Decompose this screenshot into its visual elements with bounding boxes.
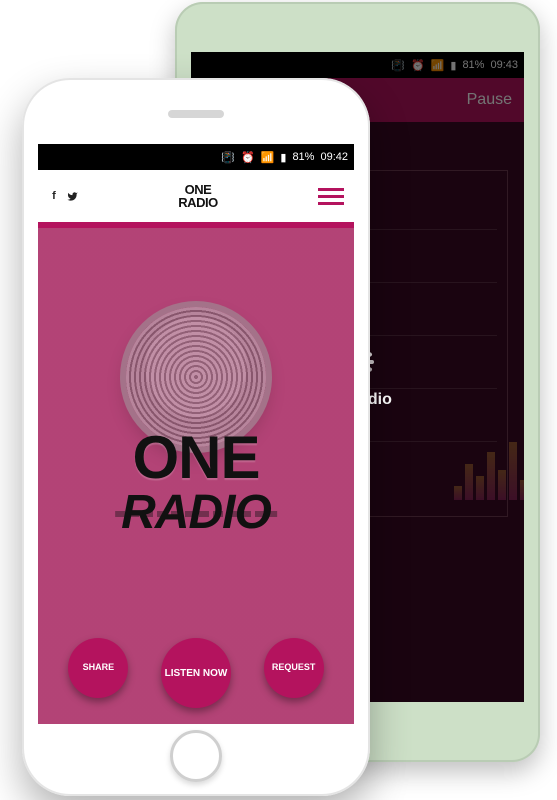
app-header-front: f ONE RADIO: [38, 170, 354, 222]
wifi-icon: 📶: [261, 151, 275, 164]
share-button[interactable]: SHARE: [68, 638, 128, 698]
battery-text: 81%: [292, 151, 314, 163]
twitter-icon[interactable]: [66, 190, 78, 202]
brand-logo-small: ONE RADIO: [78, 183, 318, 209]
facebook-icon[interactable]: f: [48, 190, 60, 202]
phone-frame-front: 📳 ⏰ 📶 ▮ 81% 09:42 f ONE RADIO ONE: [22, 78, 370, 796]
listen-now-button[interactable]: LISTEN NOW: [161, 638, 231, 708]
hero-area: ONE RADIO SHARE LISTEN NOW REQUEST: [38, 228, 354, 724]
status-bar-front: 📳 ⏰ 📶 ▮ 81% 09:42: [38, 144, 354, 170]
hamburger-menu-icon[interactable]: [318, 188, 344, 205]
request-button[interactable]: REQUEST: [264, 638, 324, 698]
alarm-icon: ⏰: [241, 151, 255, 164]
screen-front: 📳 ⏰ 📶 ▮ 81% 09:42 f ONE RADIO ONE: [38, 144, 354, 724]
clock-text: 09:42: [320, 151, 348, 163]
vibrate-icon: 📳: [221, 151, 235, 164]
brand-logo-large: ONE RADIO: [121, 431, 271, 537]
action-bar: SHARE LISTEN NOW REQUEST: [38, 638, 354, 708]
signal-icon: ▮: [280, 151, 286, 164]
social-links: f: [48, 190, 78, 202]
